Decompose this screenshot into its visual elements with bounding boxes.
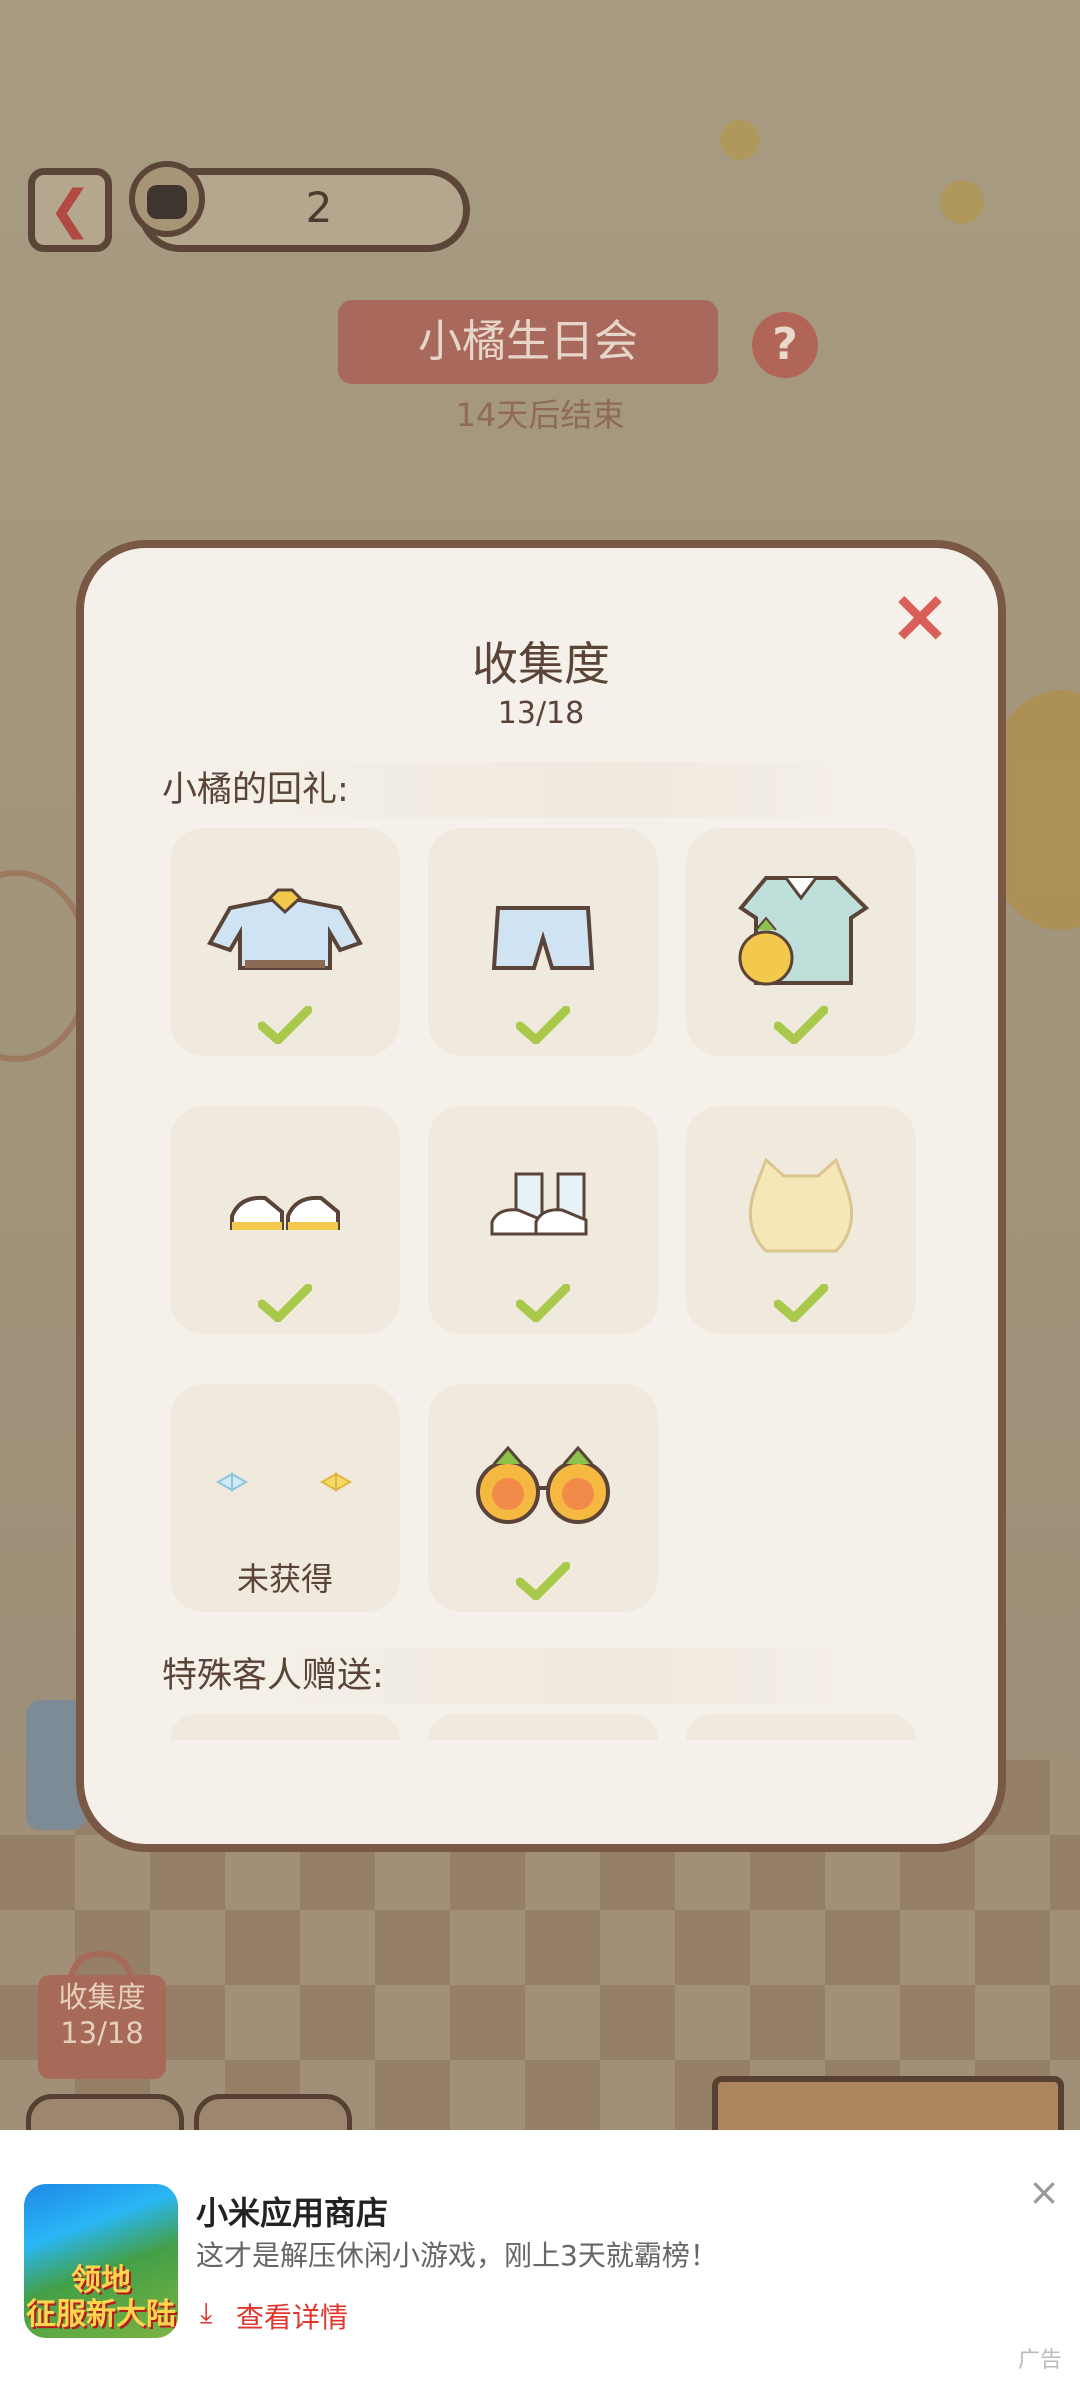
special-item-card[interactable] xyxy=(170,1714,400,1740)
check-icon xyxy=(258,1284,312,1322)
socks-icon xyxy=(490,1172,588,1236)
hair-bows-icon xyxy=(215,1472,353,1492)
back-button[interactable]: ❮ xyxy=(28,168,112,252)
cat-ear-hair-icon xyxy=(748,1157,854,1253)
ad-icon-text: 领地 征服新大陆 xyxy=(26,2263,176,2332)
item-card-shoes[interactable] xyxy=(170,1106,400,1334)
check-icon xyxy=(516,1284,570,1322)
check-icon xyxy=(774,1284,828,1322)
download-icon: ⤓ xyxy=(200,2296,213,2329)
ad-app-icon[interactable]: 领地 征服新大陆 xyxy=(24,2184,178,2338)
help-button[interactable]: ? xyxy=(752,312,818,378)
jacket-icon xyxy=(207,888,363,970)
ad-close-icon[interactable]: × xyxy=(1028,2170,1060,2214)
chevron-left-icon: ❮ xyxy=(48,180,92,240)
item-card-shorts[interactable] xyxy=(428,828,658,1056)
item-card-glasses[interactable] xyxy=(428,1384,658,1612)
check-icon xyxy=(516,1562,570,1600)
ad-title: 小米应用商店 xyxy=(196,2194,389,2232)
ad-description: 这才是解压休闲小游戏，刚上3天就霸榜！ xyxy=(196,2239,718,2272)
shorts-icon xyxy=(491,906,595,970)
item-card-dress[interactable] xyxy=(686,828,916,1056)
item-card-socks[interactable] xyxy=(428,1106,658,1334)
currency-value: 2 xyxy=(305,183,333,232)
item-card-bows[interactable]: 未获得 xyxy=(170,1384,400,1612)
ad-details-link[interactable]: ⤓ 查看详情 xyxy=(200,2296,400,2336)
modal-title: 收集度 xyxy=(472,637,610,691)
section-gifts-label: 小橘的回礼: xyxy=(162,762,922,818)
special-item-card[interactable] xyxy=(428,1714,658,1740)
item-card-hair[interactable] xyxy=(686,1106,916,1334)
pineapple-glasses-icon xyxy=(476,1445,610,1524)
check-icon xyxy=(774,1006,828,1044)
check-icon xyxy=(258,1006,312,1044)
collection-modal: × 收集度 13/18 小橘的回礼: 未获得 特殊客人赠送: xyxy=(76,540,1006,1852)
item-status-label: 未获得 xyxy=(236,1560,333,1598)
dress-icon xyxy=(738,876,870,986)
ad-banner[interactable]: 领地 征服新大陆 小米应用商店 这才是解压休闲小游戏，刚上3天就霸榜！ ⤓ 查看详… xyxy=(0,2130,1080,2400)
section-special-label: 特殊客人赠送: xyxy=(162,1648,922,1704)
check-icon xyxy=(516,1006,570,1044)
collection-badge[interactable]: 收集度 13/18 xyxy=(38,1951,166,2079)
special-item-card[interactable] xyxy=(686,1714,916,1740)
modal-count: 13/18 xyxy=(497,696,585,731)
collection-badge-label: 收集度 xyxy=(58,1980,146,2014)
event-countdown: 14天后结束 xyxy=(455,396,625,434)
event-title: 小橘生日会 xyxy=(338,300,718,384)
ad-badge: 广告 xyxy=(1017,2348,1062,2373)
collection-badge-count: 13/18 xyxy=(60,2016,144,2050)
shoes-icon xyxy=(230,1195,340,1230)
item-card-jacket[interactable] xyxy=(170,828,400,1056)
ad-details-label: 查看详情 xyxy=(236,2301,349,2334)
currency-counter: 2 xyxy=(129,161,470,252)
